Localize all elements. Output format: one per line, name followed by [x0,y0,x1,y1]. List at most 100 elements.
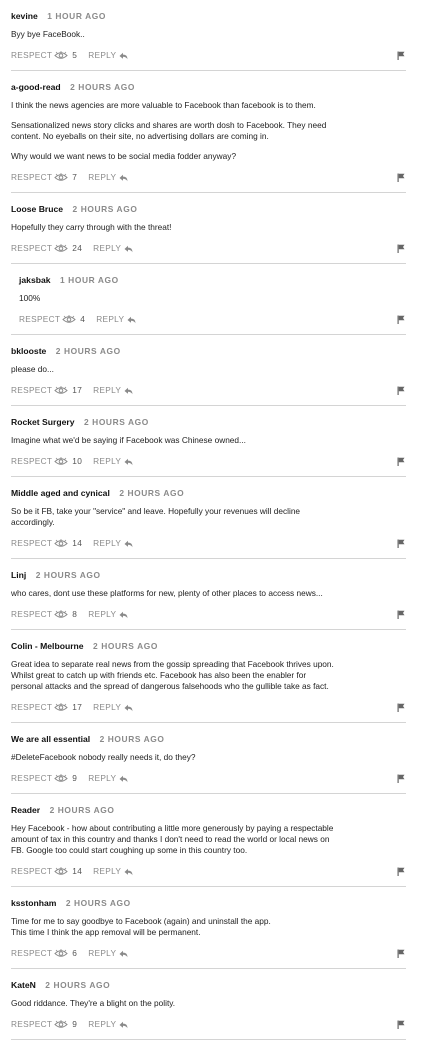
flag-icon[interactable] [397,867,405,876]
reply-arrow-icon [124,387,133,394]
comment-author[interactable]: We are all essential [11,734,90,744]
comment-actions: RESPECT 9 REPLY [11,1018,406,1031]
reply-arrow-icon [119,52,128,59]
reply-arrow-icon [119,950,128,957]
flag-icon[interactable] [397,539,405,548]
reply-arrow-icon [124,540,133,547]
flag-icon[interactable] [397,244,405,253]
flag-icon[interactable] [397,386,405,395]
comment-body: Good riddance. They're a blight on the p… [11,998,406,1009]
comment-author[interactable]: Reader [11,805,40,815]
respect-button[interactable]: RESPECT 14 [11,537,82,550]
comment-body: Hey Facebook - how about contributing a … [11,823,406,856]
comment-actions: RESPECT 10 REPLY [11,455,406,468]
comment-body: I think the news agencies are more valua… [11,100,406,162]
comment-text: Great idea to separate real news from th… [11,659,334,691]
comment-author[interactable]: kevine [11,11,38,21]
reply-arrow-icon [119,775,128,782]
reply-button[interactable]: REPLY [88,49,128,62]
reply-button[interactable]: REPLY [88,608,128,621]
flag-icon[interactable] [397,173,405,182]
respect-count: 24 [72,243,83,253]
comment-author[interactable]: Loose Bruce [11,204,63,214]
comment-timestamp: 2 HOURS AGO [72,204,138,214]
comment-author[interactable]: Linj [11,570,26,580]
respect-button[interactable]: RESPECT 9 [11,772,77,785]
comment-timestamp: 2 HOURS AGO [83,417,149,427]
comment-timestamp: 1 HOUR AGO [47,11,106,21]
comment-author[interactable]: a-good-read [11,82,61,92]
respect-button[interactable]: RESPECT 17 [11,384,82,397]
respect-count: 9 [72,773,78,783]
comment-header: jaksbak 1 HOUR AGO [19,272,406,285]
respect-count: 5 [72,50,78,60]
respect-button[interactable]: RESPECT 24 [11,242,82,255]
comment: ksstonham 2 HOURS AGO Time for me to say… [11,887,406,969]
respect-button[interactable]: RESPECT 14 [11,865,82,878]
comment-author[interactable]: KateN [11,980,36,990]
reply-button[interactable]: REPLY [88,947,128,960]
comment-author[interactable]: Rocket Surgery [11,417,75,427]
eye-icon [54,703,69,711]
reply-arrow-icon [124,458,133,465]
comment-author[interactable]: Middle aged and cynical [11,488,110,498]
flag-icon[interactable] [397,51,405,60]
comment-text: I think the news agencies are more valua… [11,100,316,110]
eye-icon [54,51,69,59]
comment-text: Sensationalized news story clicks and sh… [11,120,327,141]
comment-header: Reader 2 HOURS AGO [11,802,406,815]
reply-arrow-icon [119,174,128,181]
respect-button[interactable]: RESPECT 5 [11,49,77,62]
respect-button[interactable]: RESPECT 17 [11,701,82,714]
flag-icon[interactable] [397,949,405,958]
reply-label: REPLY [93,702,122,712]
respect-button[interactable]: RESPECT 9 [11,1018,77,1031]
comment-text: So be it FB, take your "service" and lea… [11,506,301,527]
flag-icon[interactable] [397,457,405,466]
comment-body: Imagine what we'd be saying if Facebook … [11,435,406,446]
respect-button[interactable]: RESPECT 7 [11,171,77,184]
respect-button[interactable]: RESPECT 10 [11,455,82,468]
comment-actions: RESPECT 14 REPLY [11,865,406,878]
respect-count: 17 [72,385,83,395]
reply-label: REPLY [88,1019,117,1029]
comment-actions: RESPECT 9 REPLY [11,772,406,785]
comment-header: KateN 2 HOURS AGO [11,977,406,990]
reply-button[interactable]: REPLY [88,171,128,184]
respect-button[interactable]: RESPECT 8 [11,608,77,621]
comment: Rocket Surgery 2 HOURS AGO Imagine what … [11,406,406,477]
reply-button[interactable]: REPLY [88,1018,128,1031]
reply-button[interactable]: REPLY [93,537,133,550]
respect-button[interactable]: RESPECT 6 [11,947,77,960]
reply-button[interactable]: REPLY [93,865,133,878]
comment-timestamp: 2 HOURS AGO [93,641,158,651]
comment: KateN 2 HOURS AGO Good riddance. They're… [11,969,406,1040]
respect-button[interactable]: RESPECT 4 [19,313,85,326]
comment-author[interactable]: bklooste [11,346,46,356]
comment-author[interactable]: ksstonham [11,898,56,908]
reply-button[interactable]: REPLY [93,455,133,468]
flag-icon[interactable] [397,610,405,619]
flag-icon[interactable] [397,703,405,712]
reply-button[interactable]: REPLY [93,701,133,714]
flag-icon[interactable] [397,774,405,783]
comment-author[interactable]: Colin - Melbourne [11,641,84,651]
comment-header: ksstonham 2 HOURS AGO [11,895,406,908]
comment-timestamp: 2 HOURS AGO [65,898,131,908]
comment-timestamp: 2 HOURS AGO [70,82,136,92]
respect-count: 8 [72,609,78,619]
comment-author[interactable]: jaksbak [19,275,51,285]
respect-count: 6 [72,948,78,958]
reply-button[interactable]: REPLY [93,384,133,397]
reply-button[interactable]: REPLY [96,313,136,326]
comment-header: We are all essential 2 HOURS AGO [11,731,406,744]
comment-text: 100% [19,293,41,303]
flag-icon[interactable] [397,1020,405,1029]
comment-timestamp: 2 HOURS AGO [35,570,101,580]
comment-text: Good riddance. They're a blight on the p… [11,998,176,1008]
flag-icon[interactable] [397,315,405,324]
reply-button[interactable]: REPLY [88,772,128,785]
comment-timestamp: 1 HOUR AGO [60,275,119,285]
respect-count: 9 [72,1019,78,1029]
reply-button[interactable]: REPLY [93,242,133,255]
